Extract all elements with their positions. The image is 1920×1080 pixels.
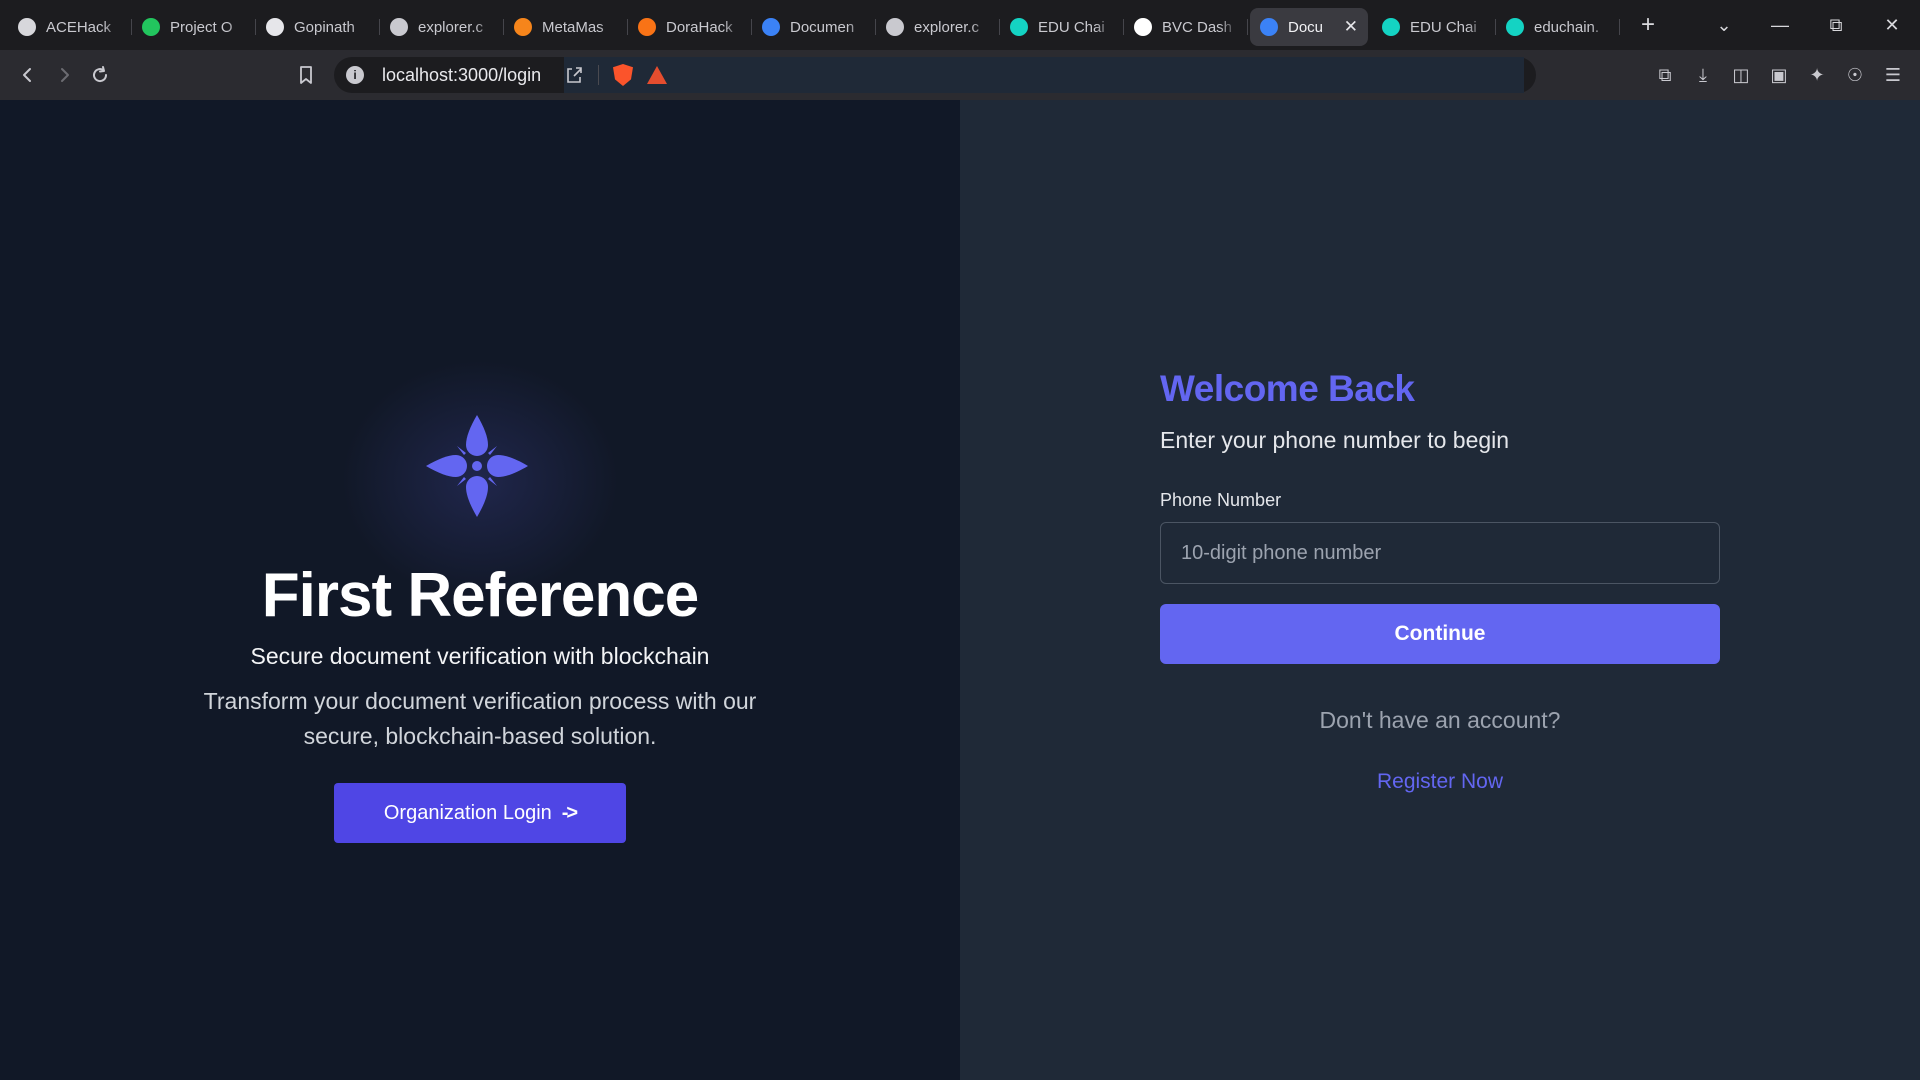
openai-icon [18, 18, 36, 36]
browser-toolbar: i localhost:3000/login ⧉ ⤓ ◫ ▣ ✦ ☉ ☰ [0, 50, 1920, 100]
login-panel: Welcome Back Enter your phone number to … [960, 100, 1920, 1080]
leaf-icon [142, 18, 160, 36]
tab-title: explorer.c [914, 18, 980, 36]
share-icon[interactable] [564, 65, 584, 85]
edu-chain-icon [1506, 18, 1524, 36]
phone-input[interactable] [1160, 522, 1720, 584]
reload-button[interactable] [82, 57, 118, 93]
globe-icon [390, 18, 408, 36]
close-tab-icon[interactable]: ✕ [1344, 17, 1358, 37]
minimize-button[interactable]: — [1752, 15, 1808, 36]
browser-tab[interactable]: Gopinath [256, 8, 380, 46]
tab-title: EDU Chai [1410, 18, 1477, 36]
address-bar[interactable]: i localhost:3000/login [334, 57, 1536, 93]
browser-tab[interactable]: DoraHack [628, 8, 752, 46]
tab-title: Project O [170, 18, 233, 36]
register-link[interactable]: Register Now [1160, 770, 1720, 794]
browser-tab[interactable]: Documen [752, 8, 876, 46]
continue-button[interactable]: Continue [1160, 604, 1720, 664]
browser-tab[interactable]: BVC Dash [1124, 8, 1248, 46]
tab-title: educhain. [1534, 18, 1600, 36]
tab-title: Documen [790, 18, 855, 36]
brand-logo-icon [426, 415, 528, 517]
tab-title: explorer.c [418, 18, 484, 36]
bookmark-button[interactable] [288, 57, 324, 93]
vpn-icon[interactable]: ☉ [1836, 65, 1874, 86]
github-icon [266, 18, 284, 36]
back-button[interactable] [10, 57, 46, 93]
browser-tab-bar: ACEHack Project O Gopinath explorer.c MetaMa… [0, 0, 1920, 50]
reload-icon [93, 66, 108, 83]
browser-tab[interactable]: educhain. [1496, 8, 1620, 46]
window-controls: ⌄ — ⧉ ✕ [1696, 0, 1920, 50]
brave-shields-icon[interactable] [613, 64, 633, 86]
shield-logo-icon [1260, 18, 1278, 36]
form-subtitle: Enter your phone number to begin [1160, 427, 1510, 453]
tab-title: EDU Chai [1038, 18, 1105, 36]
tab-title: ACEHack [46, 18, 112, 36]
wallet-icon[interactable]: ▣ [1760, 65, 1798, 86]
globe-icon [886, 18, 904, 36]
organization-login-label: Organization Login [383, 801, 552, 824]
browser-tab[interactable]: ACEHack [8, 8, 132, 46]
download-icon[interactable]: ⤓ [1684, 65, 1722, 86]
new-tab-button[interactable]: + [1634, 11, 1662, 39]
no-account-text: Don't have an account? [1319, 707, 1561, 733]
forward-arrow-icon [61, 68, 69, 82]
brand-tagline: Secure document verification with blockc… [250, 643, 710, 669]
edu-chain-icon [1010, 18, 1028, 36]
sidebar-icon[interactable]: ◫ [1722, 65, 1760, 86]
brand-title: First Reference [261, 561, 699, 630]
tab-title: MetaMas [542, 18, 604, 36]
login-page: First Reference Secure document verifica… [0, 100, 1920, 1080]
browser-tab[interactable]: Project O [132, 8, 256, 46]
phone-label: Phone Number [1160, 490, 1282, 510]
organization-login-button[interactable]: Organization Login -> [334, 783, 626, 843]
bookmark-icon [300, 66, 312, 84]
extensions-icon[interactable]: ⧉ [1646, 65, 1684, 86]
browser-tab[interactable]: EDU Chai [1372, 8, 1496, 46]
dorahacks-icon [638, 18, 656, 36]
tab-list-chevron-icon[interactable]: ⌄ [1696, 15, 1752, 36]
back-arrow-icon [23, 68, 31, 82]
tab-title: Gopinath [294, 18, 355, 36]
tab-title: Docu [1288, 18, 1324, 36]
toolbar-actions: ⧉ ⤓ ◫ ▣ ✦ ☉ ☰ [1646, 50, 1912, 100]
address-separator [598, 65, 599, 85]
brand-description: Transform your document verification pro… [203, 688, 757, 749]
arrow-right-icon: -> [561, 801, 578, 824]
brand-panel: First Reference Secure document verifica… [0, 100, 960, 1080]
browser-tab[interactable]: explorer.c [876, 8, 1000, 46]
close-window-button[interactable]: ✕ [1864, 15, 1920, 36]
browser-tab[interactable]: EDU Chai [1000, 8, 1124, 46]
leo-ai-icon[interactable]: ✦ [1798, 65, 1836, 86]
restore-button[interactable]: ⧉ [1808, 15, 1864, 36]
tab-title: DoraHack [666, 18, 733, 36]
shield-logo-icon [762, 18, 780, 36]
site-info-icon[interactable]: i [346, 66, 364, 84]
forward-button[interactable] [46, 57, 82, 93]
url-text[interactable]: localhost:3000/login [382, 65, 541, 86]
tab-strip: ACEHack Project O Gopinath explorer.c MetaMa… [0, 0, 1620, 50]
browser-tab[interactable]: MetaMas [504, 8, 628, 46]
browser-tab[interactable]: Docu ✕ [1250, 8, 1368, 46]
metamask-icon [514, 18, 532, 36]
menu-icon[interactable]: ☰ [1874, 65, 1912, 86]
tab-title: BVC Dash [1162, 18, 1233, 36]
form-title: Welcome Back [1160, 368, 1415, 409]
triangle-icon [1134, 18, 1152, 36]
brave-rewards-icon[interactable] [647, 66, 667, 84]
browser-tab[interactable]: explorer.c [380, 8, 504, 46]
edu-chain-icon [1382, 18, 1400, 36]
